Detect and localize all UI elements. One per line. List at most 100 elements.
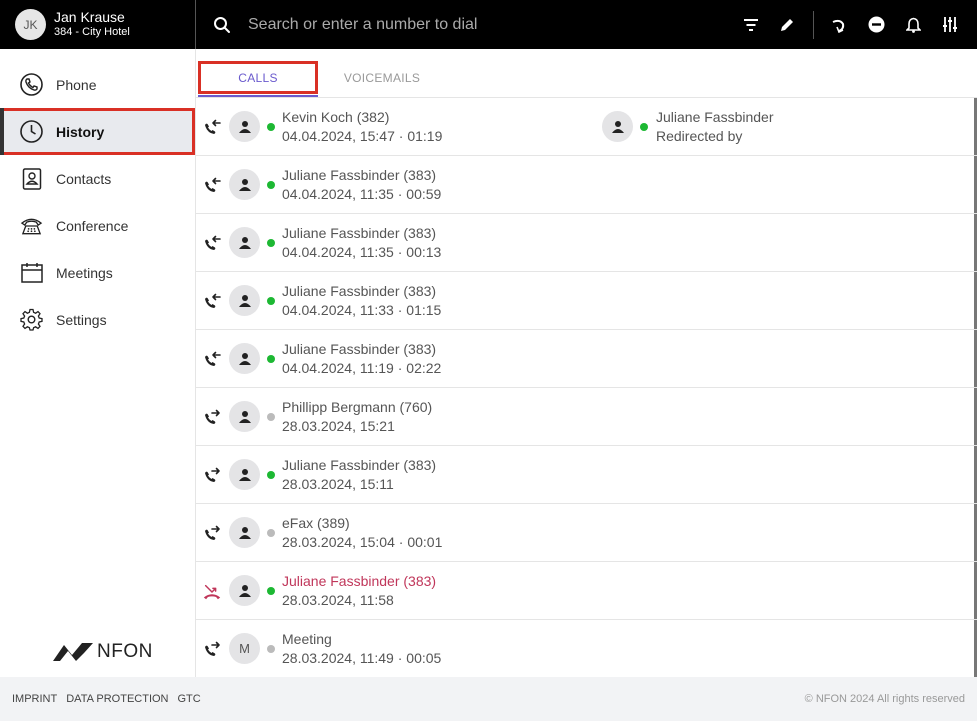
presence-status-dot [267, 181, 275, 189]
toolbar-icons [742, 0, 977, 49]
imprint-link[interactable]: IMPRINT [12, 693, 57, 705]
person-icon [238, 526, 252, 540]
contact-avatar[interactable] [229, 285, 260, 316]
person-icon [238, 236, 252, 250]
call-timestamp: 04.04.2024, 11:19 · 02:22 [282, 360, 442, 376]
incoming-call-icon [202, 176, 222, 196]
user-avatar: JK [15, 9, 46, 40]
contact-avatar[interactable]: M [229, 633, 260, 664]
person-icon [238, 294, 252, 308]
caller-name: Kevin Koch (382) [282, 109, 390, 125]
incoming-call-icon [202, 292, 222, 312]
copyright: © NFON 2024 All rights reserved [804, 693, 965, 705]
call-row[interactable]: Juliane Fassbinder (383) 28.03.2024, 11:5… [196, 562, 977, 620]
person-icon [611, 120, 625, 134]
sidebar-item-label: History [56, 123, 105, 140]
call-row[interactable]: Kevin Koch (382) 04.04.2024, 15:47 · 01:1… [196, 98, 977, 156]
search-bar[interactable]: Search or enter a number to dial [213, 16, 733, 34]
call-row[interactable]: M Meeting 28.03.2024, 11:49 · 00:05 [196, 620, 977, 677]
presence-status-dot [267, 529, 275, 537]
sidebar-item-label: Settings [56, 311, 107, 328]
person-icon [238, 120, 252, 134]
redirect-avatar[interactable] [602, 111, 633, 142]
contact-avatar[interactable] [229, 343, 260, 374]
user-profile[interactable]: JK Jan Krause 384 - City Hotel [0, 0, 196, 49]
tab-calls[interactable]: CALLS [198, 61, 318, 94]
sidebar-item-settings[interactable]: Settings [0, 296, 195, 343]
data-protection-link[interactable]: DATA PROTECTION [66, 693, 168, 705]
user-extension: 384 - City Hotel [54, 25, 130, 38]
call-row[interactable]: Juliane Fassbinder (383) 04.04.2024, 11:3… [196, 272, 977, 330]
calendar-icon [20, 261, 43, 284]
sidebar-item-label: Conference [56, 217, 129, 234]
sliders-icon[interactable] [941, 16, 959, 34]
call-row[interactable]: Phillipp Bergmann (760) 28.03.2024, 15:21 [196, 388, 977, 446]
call-row[interactable]: eFax (389) 28.03.2024, 15:04 · 00:01 [196, 504, 977, 562]
call-timestamp: 04.04.2024, 11:35 · 00:13 [282, 244, 442, 260]
bell-icon[interactable] [904, 16, 922, 34]
call-row[interactable]: Juliane Fassbinder (383) 04.04.2024, 11:3… [196, 156, 977, 214]
person-icon [238, 410, 252, 424]
redirect-name: Juliane Fassbinder [656, 109, 774, 125]
redirect-label: Redirected by [656, 128, 743, 144]
search-input[interactable]: Search or enter a number to dial [248, 16, 477, 34]
call-timestamp: 04.04.2024, 11:35 · 00:59 [282, 186, 442, 202]
conference-phone-icon [20, 214, 43, 237]
contact-avatar[interactable] [229, 169, 260, 200]
sidebar-item-phone[interactable]: Phone [0, 61, 195, 108]
presence-status-dot [267, 471, 275, 479]
contact-avatar[interactable] [229, 401, 260, 432]
contact-card-icon [20, 167, 43, 190]
call-back-icon[interactable] [830, 16, 848, 34]
history-tabs: CALLS VOICEMAILS [196, 49, 977, 98]
gear-icon [20, 308, 43, 331]
call-timestamp: 28.03.2024, 15:04 · 00:01 [282, 534, 443, 550]
call-timestamp: 28.03.2024, 15:21 [282, 418, 395, 434]
presence-status-dot [267, 587, 275, 595]
person-icon [238, 352, 252, 366]
caller-name: Juliane Fassbinder (383) [282, 341, 437, 357]
caller-name: Meeting [282, 631, 332, 647]
presence-status-dot [267, 355, 275, 363]
toolbar-divider [813, 10, 814, 39]
outgoing-call-icon [202, 524, 222, 544]
person-icon [238, 178, 252, 192]
sidebar-item-label: Meetings [56, 264, 113, 281]
contact-avatar[interactable] [229, 575, 260, 606]
gtc-link[interactable]: GTC [178, 693, 201, 705]
filter-icon[interactable] [742, 16, 760, 34]
call-row[interactable]: Juliane Fassbinder (383) 04.04.2024, 11:1… [196, 330, 977, 388]
contact-avatar[interactable] [229, 459, 260, 490]
presence-status-dot [267, 645, 275, 653]
pencil-icon[interactable] [778, 16, 796, 34]
call-timestamp: 28.03.2024, 11:58 [282, 592, 394, 608]
sidebar-item-contacts[interactable]: Contacts [0, 155, 195, 202]
contact-avatar[interactable] [229, 517, 260, 548]
contact-avatar[interactable] [229, 227, 260, 258]
incoming-call-icon [202, 118, 222, 138]
contact-avatar[interactable] [229, 111, 260, 142]
call-row[interactable]: Juliane Fassbinder (383) 28.03.2024, 15:1… [196, 446, 977, 504]
caller-name: Juliane Fassbinder (383) [282, 573, 437, 589]
sidebar-item-meetings[interactable]: Meetings [0, 249, 195, 296]
sidebar-item-conference[interactable]: Conference [0, 202, 195, 249]
call-timestamp: 28.03.2024, 11:49 · 00:05 [282, 650, 442, 666]
call-timestamp: 04.04.2024, 15:47 · 01:19 [282, 128, 443, 144]
search-icon [213, 16, 231, 34]
call-history-list: Kevin Koch (382) 04.04.2024, 15:47 · 01:1… [196, 98, 977, 677]
person-icon [238, 468, 252, 482]
clock-icon [20, 120, 43, 143]
presence-status-dot [267, 123, 275, 131]
active-tab-indicator [198, 95, 318, 97]
do-not-disturb-icon[interactable] [867, 16, 885, 34]
caller-name: Juliane Fassbinder (383) [282, 225, 437, 241]
logo-text: NFON [97, 641, 153, 662]
sidebar-item-history[interactable]: History [0, 108, 195, 155]
outgoing-call-icon [202, 408, 222, 428]
tab-voicemails[interactable]: VOICEMAILS [326, 61, 438, 94]
call-row[interactable]: Juliane Fassbinder (383) 04.04.2024, 11:3… [196, 214, 977, 272]
user-name: Jan Krause [54, 8, 125, 25]
call-timestamp: 28.03.2024, 15:11 [282, 476, 394, 492]
caller-name: eFax (389) [282, 515, 350, 531]
sidebar: Phone History Contacts Conference Meetin… [0, 49, 196, 677]
